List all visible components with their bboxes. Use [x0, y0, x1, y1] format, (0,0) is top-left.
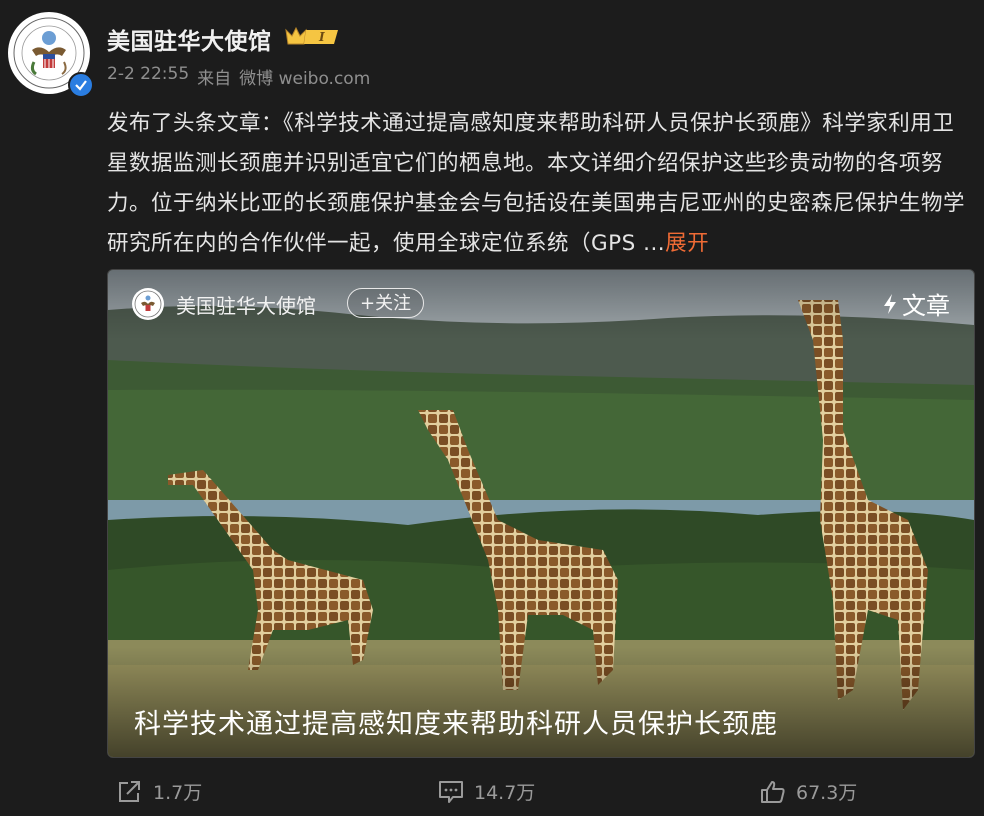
- card-author[interactable]: 美国驻华大使馆: [176, 290, 316, 319]
- article-card[interactable]: 美国驻华大使馆 +关注 文章 科学技术通过提高感知度来帮助科研人员保护长颈鹿: [107, 269, 975, 758]
- article-title[interactable]: 科学技术通过提高感知度来帮助科研人员保护长颈鹿: [134, 702, 778, 741]
- expand-link[interactable]: 展开: [665, 231, 709, 256]
- comment-count: 14.7万: [474, 782, 536, 804]
- post-meta: 2-2 22:55 来自 微博 weibo.com: [107, 64, 370, 89]
- post-date[interactable]: 2-2 22:55: [107, 64, 189, 89]
- action-bar: 1.7万 14.7万 67.3万: [0, 778, 984, 816]
- comment-button[interactable]: 14.7万: [438, 778, 535, 805]
- post-source: 微博 weibo.com: [239, 69, 371, 89]
- follow-button[interactable]: +关注: [347, 288, 425, 318]
- embassy-seal-icon: [134, 290, 162, 318]
- share-count: 1.7万: [153, 782, 203, 804]
- lightning-icon: [884, 293, 896, 314]
- like-count: 67.3万: [796, 782, 858, 804]
- crown-badge-icon[interactable]: I: [284, 24, 342, 52]
- share-button[interactable]: 1.7万: [117, 778, 202, 805]
- badge-level: I: [318, 30, 325, 44]
- share-icon: [119, 780, 140, 802]
- like-button[interactable]: 67.3万: [760, 778, 857, 805]
- post-source-prefix: 来自: [197, 69, 232, 89]
- card-avatar[interactable]: [132, 288, 164, 320]
- username[interactable]: 美国驻华大使馆: [107, 22, 272, 56]
- article-tag-label: 文章: [902, 292, 950, 320]
- verified-icon: [68, 72, 94, 98]
- like-icon: [761, 780, 785, 803]
- post-text: 发布了头条文章：《科学技术通过提高感知度来帮助科研人员保护长颈鹿》科学家利用卫星…: [107, 104, 967, 264]
- article-tag: 文章: [882, 286, 950, 321]
- comment-icon: [439, 780, 463, 803]
- post-body: 发布了头条文章：《科学技术通过提高感知度来帮助科研人员保护长颈鹿》科学家利用卫星…: [107, 111, 966, 256]
